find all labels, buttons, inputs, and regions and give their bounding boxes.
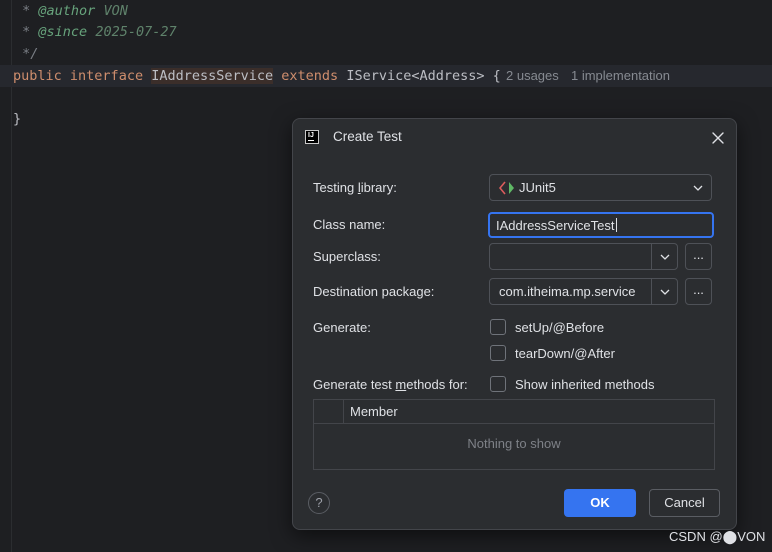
comment-end-line: */ bbox=[22, 46, 39, 62]
class-name-label: Class name: bbox=[313, 217, 386, 232]
setup-checkbox-label[interactable]: setUp/@Before bbox=[515, 320, 604, 335]
create-test-dialog: IJ Create Test Testing library: JUnit5 C… bbox=[292, 118, 737, 530]
setup-checkbox[interactable] bbox=[490, 319, 506, 335]
cancel-button[interactable]: Cancel bbox=[649, 489, 720, 517]
help-button[interactable]: ? bbox=[308, 492, 330, 514]
table-header: Member bbox=[314, 400, 714, 424]
empty-table-message: Nothing to show bbox=[467, 436, 561, 451]
testing-library-label: Testing library: bbox=[313, 180, 397, 195]
dropdown-arrow bbox=[685, 175, 711, 200]
superclass-combo[interactable] bbox=[489, 243, 678, 270]
destination-dropdown-arrow[interactable] bbox=[651, 279, 677, 304]
usages-hint[interactable]: 2 usages bbox=[506, 65, 559, 87]
class-name-input[interactable]: IAddressServiceTest bbox=[488, 212, 714, 238]
chevron-down-icon bbox=[693, 185, 703, 191]
csdn-watermark: CSDN @⬤VON bbox=[669, 529, 766, 544]
intellij-logo-icon: IJ bbox=[305, 130, 319, 144]
generate-methods-label: Generate test methods for: bbox=[313, 377, 468, 392]
interface-name: IAddressService bbox=[151, 68, 274, 84]
teardown-checkbox-label[interactable]: tearDown/@After bbox=[515, 346, 615, 361]
close-icon bbox=[712, 132, 724, 144]
comment-since-line: * @since 2025-07-27 bbox=[14, 24, 177, 40]
implementation-hint[interactable]: 1 implementation bbox=[571, 65, 670, 87]
superclass-dropdown-arrow[interactable] bbox=[651, 244, 677, 269]
members-table[interactable]: Member Nothing to show bbox=[313, 399, 715, 470]
superclass-label: Superclass: bbox=[313, 249, 381, 264]
member-column-header[interactable]: Member bbox=[350, 404, 398, 419]
close-button[interactable] bbox=[709, 129, 727, 147]
show-inherited-checkbox[interactable] bbox=[490, 376, 506, 392]
comment-author-line: * @author VON bbox=[14, 3, 128, 19]
interface-declaration-line[interactable]: public interface IAddressService extends… bbox=[13, 65, 501, 87]
teardown-checkbox[interactable] bbox=[490, 345, 506, 361]
select-column-header[interactable] bbox=[314, 400, 344, 423]
junit-icon bbox=[499, 181, 514, 195]
superclass-browse-button[interactable]: ... bbox=[685, 243, 712, 270]
destination-browse-button[interactable]: ... bbox=[685, 278, 712, 305]
text-caret bbox=[615, 218, 617, 232]
generate-label: Generate: bbox=[313, 320, 371, 335]
testing-library-select[interactable]: JUnit5 bbox=[489, 174, 712, 201]
dialog-title: Create Test bbox=[333, 129, 402, 144]
destination-package-label: Destination package: bbox=[313, 284, 435, 299]
destination-package-combo[interactable]: com.itheima.mp.service bbox=[489, 278, 678, 305]
closing-brace-line: } bbox=[13, 111, 22, 127]
chevron-down-icon bbox=[660, 289, 670, 295]
chevron-down-icon bbox=[660, 254, 670, 260]
show-inherited-label[interactable]: Show inherited methods bbox=[515, 377, 654, 392]
ok-button[interactable]: OK bbox=[564, 489, 636, 517]
